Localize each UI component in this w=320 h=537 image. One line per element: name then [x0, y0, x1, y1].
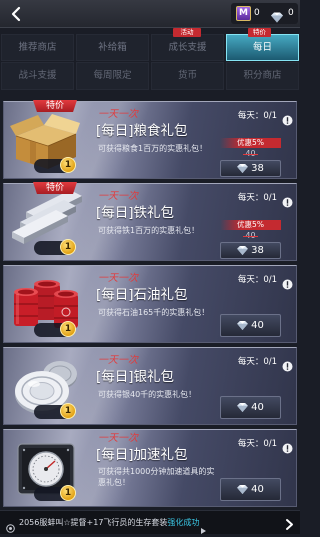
ticker-highlight: 强化成功 — [167, 518, 200, 527]
quantity-value: 1 — [60, 485, 76, 501]
shop-item-card: 1 一天一次 [每日]石油礼包 可获得石油165千的实惠礼包！ 每天：0/1 4… — [3, 265, 297, 343]
quantity-value: 1 — [60, 157, 76, 173]
tab-supply-box[interactable]: 补给箱 — [76, 34, 149, 61]
chevron-left-icon — [11, 6, 21, 21]
special-offer-ribbon: 特价 — [33, 100, 77, 112]
item-title: [每日]加速礼包 — [96, 447, 188, 463]
discount-badge: 优惠5% — [220, 220, 281, 230]
info-icon[interactable] — [282, 193, 293, 208]
info-icon[interactable] — [282, 275, 293, 290]
info-icon[interactable] — [282, 439, 293, 454]
announcement-icon — [6, 518, 15, 533]
discount-badge: 优惠5% — [220, 138, 281, 148]
tab-growth-support[interactable]: 成长支援 — [151, 34, 224, 61]
price-label: 40 — [251, 483, 264, 495]
daily-limit: 每天：0/1 — [237, 439, 277, 449]
tab-combat-support[interactable]: 战斗支援 — [1, 62, 74, 90]
price-label: 40 — [251, 319, 264, 331]
shop-tabs-row-2: 战斗支援 每周限定 货币 积分商店 — [0, 62, 300, 90]
m-medal-icon: M — [236, 6, 251, 21]
original-price-value: 40 — [243, 149, 258, 158]
ticker-message: 2056服蚌叫☆提督+17飞行员的生存套装强化成功 — [19, 511, 277, 534]
back-button[interactable] — [5, 3, 27, 24]
quantity-value: 1 — [60, 321, 76, 337]
diamond-icon — [237, 321, 249, 330]
quantity-value: 1 — [60, 403, 76, 419]
quantity-badge: 1 — [34, 321, 76, 337]
original-price: 40 — [220, 231, 281, 241]
item-title: [每日]铁礼包 — [96, 205, 175, 221]
tab-points-shop[interactable]: 积分商店 — [226, 62, 299, 90]
special-offer-ribbon: 特价 — [33, 182, 77, 194]
item-description: 可获得铁1百万的实惠礼包！ — [98, 226, 200, 235]
shop-tabs-row-1: 推荐商店 补给箱 成长支援 每日 活动 特价 — [0, 28, 300, 61]
buy-button[interactable]: 40 — [220, 396, 281, 419]
purchase-frequency: 一天一次 — [98, 355, 138, 366]
quantity-badge: 1 — [34, 157, 76, 173]
diamond-currency-value: 0 — [288, 8, 294, 18]
info-icon[interactable] — [282, 357, 293, 372]
daily-limit: 每天：0/1 — [237, 193, 277, 203]
purchase-frequency: 一天一次 — [98, 191, 138, 202]
item-title: [每日]银礼包 — [96, 369, 175, 385]
tab-weekly-limited[interactable]: 每周限定 — [76, 62, 149, 90]
top-bar: M 0 0 — [0, 0, 300, 28]
shop-item-card: 特价 1 一天一次 [每日]粮食礼包 可获得粮食1百万的实惠礼包！ 每天：0/1… — [3, 100, 297, 179]
price-label: 38 — [251, 244, 264, 256]
ticker-message-text: 2056服蚌叫☆提督+17飞行员的生存套装 — [19, 518, 168, 527]
currency-panel: M 0 0 — [231, 3, 298, 24]
daily-limit: 每天：0/1 — [237, 275, 277, 285]
item-description: 可获得银40千的实惠礼包！ — [98, 390, 197, 399]
purchase-frequency: 一天一次 — [98, 109, 138, 120]
original-price-value: 40 — [243, 231, 258, 240]
daily-limit: 每天：0/1 — [237, 111, 277, 121]
announcement-ticker[interactable]: 2056服蚌叫☆提督+17飞行员的生存套装强化成功 — [0, 510, 300, 534]
purchase-frequency: 一天一次 — [98, 273, 138, 284]
quantity-badge: 1 — [34, 403, 76, 419]
daily-limit: 每天：0/1 — [237, 357, 277, 367]
small-arrow-right-icon — [201, 520, 207, 534]
buy-button[interactable]: 40 — [220, 478, 281, 501]
info-icon[interactable] — [282, 111, 293, 126]
chevron-right-icon[interactable] — [283, 516, 295, 530]
quantity-badge: 1 — [34, 239, 76, 255]
item-title: [每日]石油礼包 — [96, 287, 188, 303]
item-description: 可获得石油165千的实惠礼包！ — [98, 308, 210, 317]
buy-button[interactable]: 38 — [220, 160, 281, 177]
diamond-icon — [237, 246, 249, 255]
tab-recommended-shop[interactable]: 推荐商店 — [1, 34, 74, 61]
diamond-icon — [237, 485, 249, 494]
quantity-value: 1 — [60, 239, 76, 255]
special-offer-badge: 特价 — [248, 28, 271, 37]
tab-daily[interactable]: 每日 — [226, 34, 299, 61]
price-label: 38 — [251, 162, 264, 174]
price-label: 40 — [251, 401, 264, 413]
buy-button[interactable]: 40 — [220, 314, 281, 337]
buy-button[interactable]: 38 — [220, 242, 281, 259]
item-description: 可获得共1000分钟加速道具的实惠礼包！ — [98, 467, 215, 487]
item-description: 可获得粮食1百万的实惠礼包！ — [98, 144, 208, 153]
diamond-icon — [237, 164, 249, 173]
original-price: 40 — [220, 149, 281, 159]
m-currency-value: 0 — [254, 8, 260, 18]
shop-item-card: 1 一天一次 [每日]银礼包 可获得银40千的实惠礼包！ 每天：0/1 40 — [3, 347, 297, 425]
purchase-frequency: 一天一次 — [98, 433, 138, 444]
shop-item-card: 特价 1 一天一次 [每日]铁礼包 可获得铁1百万的实惠礼包！ 每天：0/1 优… — [3, 182, 297, 261]
event-badge: 活动 — [173, 28, 201, 37]
diamond-icon — [271, 8, 283, 23]
shop-item-card: 1 一天一次 [每日]加速礼包 可获得共1000分钟加速道具的实惠礼包！ 每天：… — [3, 429, 297, 507]
tab-currency[interactable]: 货币 — [151, 62, 224, 90]
quantity-badge: 1 — [34, 485, 76, 501]
item-title: [每日]粮食礼包 — [96, 123, 188, 139]
diamond-icon — [237, 403, 249, 412]
